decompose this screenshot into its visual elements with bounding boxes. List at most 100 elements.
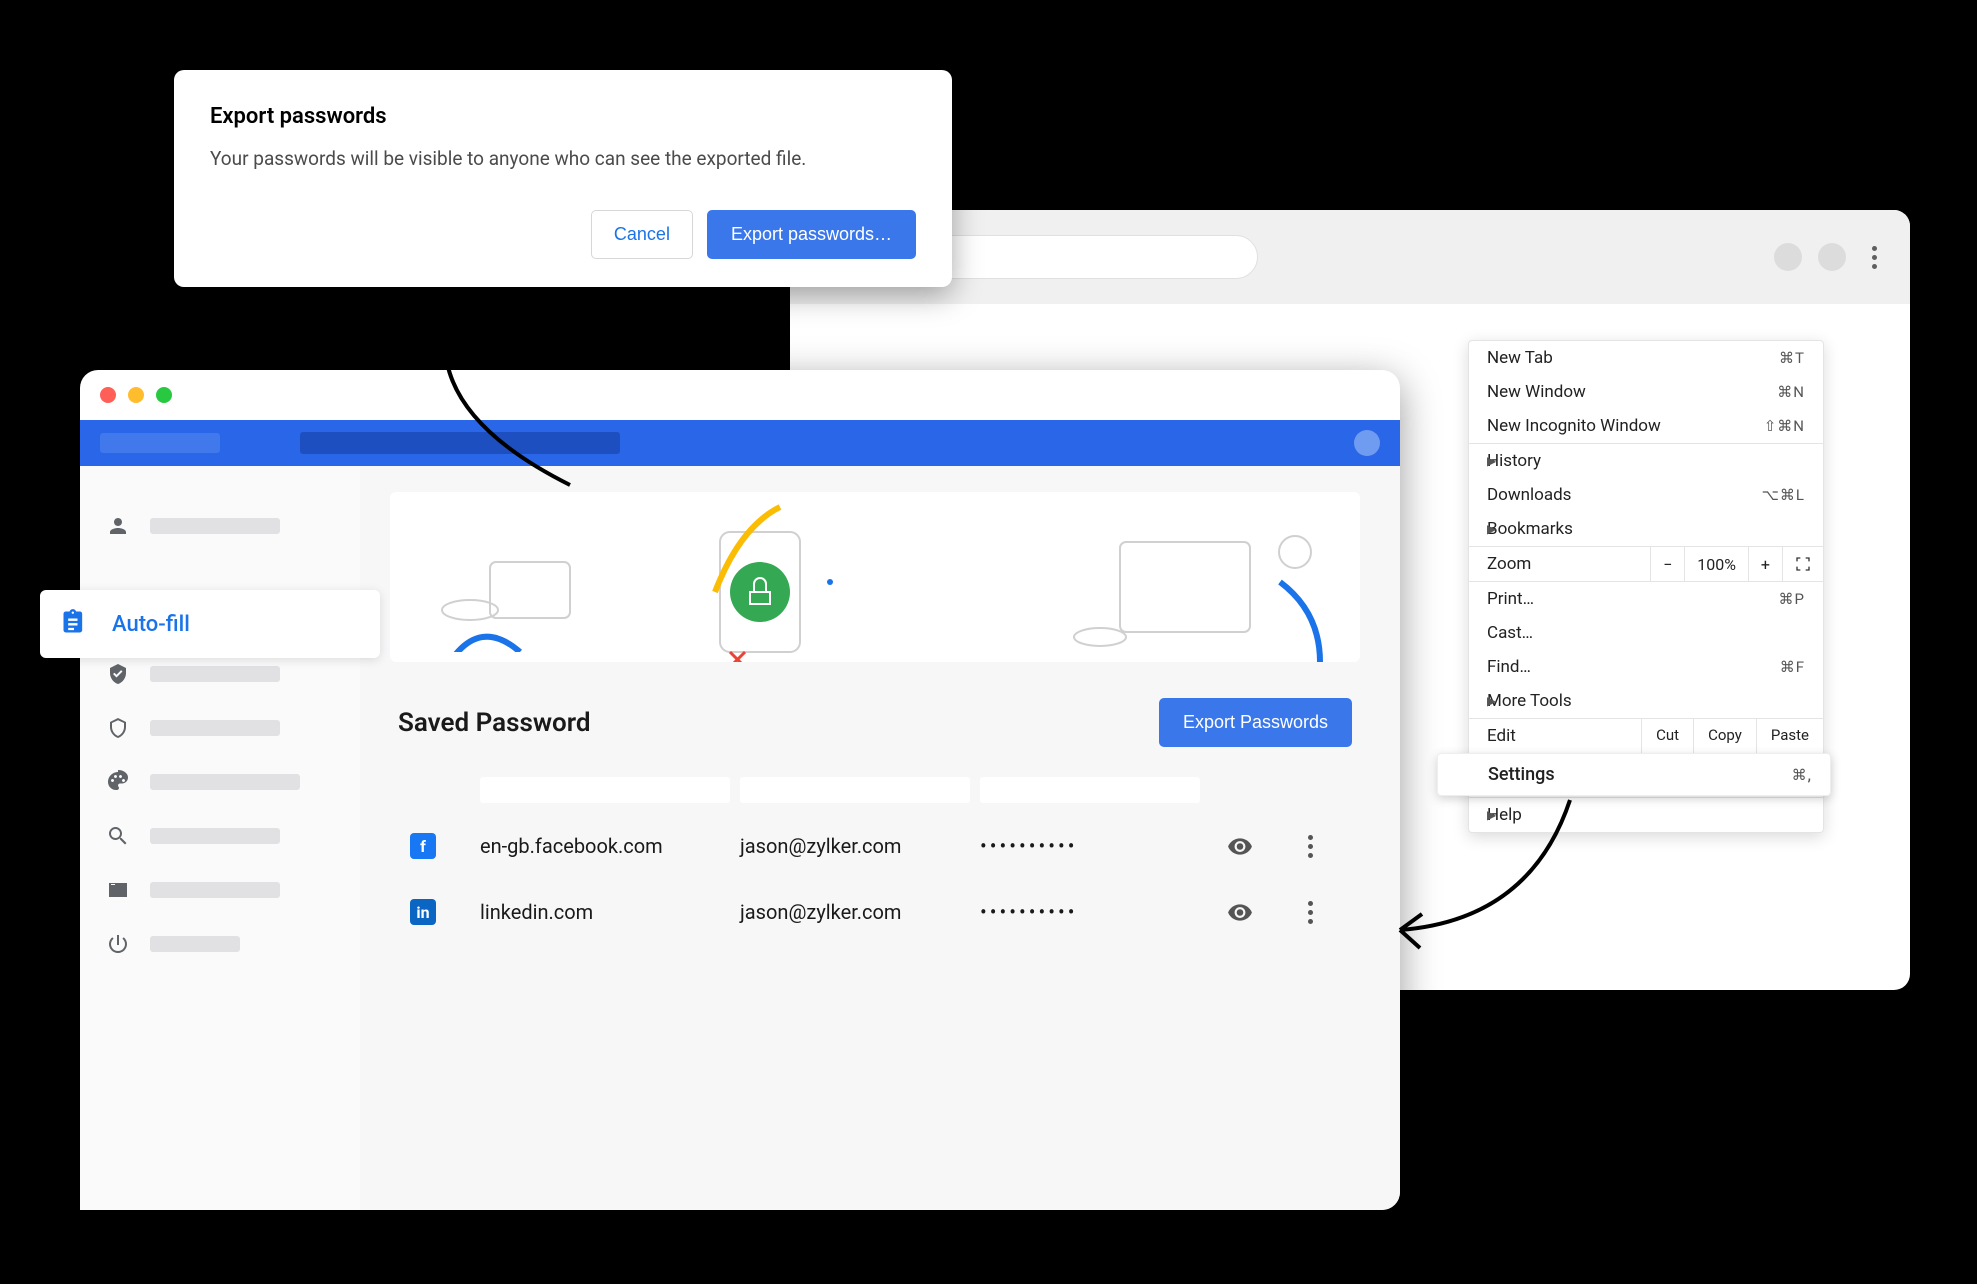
- menu-new-window[interactable]: New Window ⌘N: [1469, 375, 1823, 409]
- sidebar-item-privacy[interactable]: [80, 704, 360, 752]
- menu-label: Print…: [1487, 589, 1534, 609]
- extension-icon[interactable]: [1818, 243, 1846, 271]
- menu-label: Find…: [1487, 657, 1531, 677]
- site-cell[interactable]: en-gb.facebook.com: [480, 834, 730, 858]
- arrow-annotation-icon: [1380, 790, 1580, 960]
- export-passwords-dialog: Export passwords Your passwords will be …: [174, 70, 952, 287]
- row-more-button[interactable]: [1280, 901, 1340, 924]
- password-row: in linkedin.com jason@zylker.com •••••••…: [390, 879, 1360, 945]
- menu-new-tab[interactable]: New Tab ⌘T: [1469, 341, 1823, 375]
- menu-downloads[interactable]: Downloads ⌥⌘L: [1469, 478, 1823, 512]
- password-row: f en-gb.facebook.com jason@zylker.com ••…: [390, 813, 1360, 879]
- menu-print[interactable]: Print… ⌘P: [1469, 581, 1823, 616]
- clipboard-icon: [60, 608, 88, 640]
- menu-more-tools[interactable]: More Tools ▶: [1469, 684, 1823, 718]
- menu-cast[interactable]: Cast…: [1469, 616, 1823, 650]
- shield-check-icon: [104, 660, 132, 688]
- menu-shortcut: ⌘,: [1792, 766, 1812, 784]
- linkedin-favicon-icon: in: [410, 899, 436, 925]
- menu-zoom: Zoom − 100% +: [1469, 546, 1823, 581]
- settings-window: Saved Password Export Passwords f en-gb.…: [80, 370, 1400, 1210]
- menu-label: New Incognito Window: [1487, 416, 1661, 436]
- browser-icon: [104, 876, 132, 904]
- menu-label: New Tab: [1487, 348, 1553, 368]
- menu-label: Cast…: [1487, 623, 1533, 643]
- arrow-annotation-icon: [410, 300, 610, 500]
- sidebar-item-search[interactable]: [80, 812, 360, 860]
- submenu-arrow-icon: ▶: [1487, 694, 1496, 708]
- zoom-value: 100%: [1684, 547, 1748, 581]
- menu-label: New Window: [1487, 382, 1586, 402]
- search-icon: [104, 822, 132, 850]
- sidebar-item-default[interactable]: [80, 866, 360, 914]
- person-icon: [104, 512, 132, 540]
- window-titlebar: [80, 370, 1400, 420]
- site-cell[interactable]: linkedin.com: [480, 900, 730, 924]
- password-table: f en-gb.facebook.com jason@zylker.com ••…: [390, 767, 1360, 945]
- zoom-out-button[interactable]: −: [1650, 547, 1684, 581]
- menu-history[interactable]: History ▶: [1469, 443, 1823, 478]
- sidebar-label-placeholder: [150, 936, 240, 952]
- row-more-button[interactable]: [1280, 835, 1340, 858]
- edit-cut-button[interactable]: Cut: [1641, 719, 1693, 753]
- sidebar-label-placeholder: [150, 720, 280, 736]
- menu-bookmarks[interactable]: Bookmarks ▶: [1469, 512, 1823, 546]
- menu-find[interactable]: Find… ⌘F: [1469, 650, 1823, 684]
- sidebar-label-placeholder: [150, 666, 280, 682]
- browser-dropdown-menu: New Tab ⌘T New Window ⌘N New Incognito W…: [1468, 340, 1824, 833]
- header-avatar[interactable]: [1354, 430, 1380, 456]
- sidebar-item-label: Auto-fill: [112, 612, 190, 637]
- header-placeholder: [100, 433, 220, 453]
- sidebar-label-placeholder: [150, 518, 280, 534]
- show-password-button[interactable]: [1210, 899, 1270, 925]
- table-header-row: [390, 767, 1360, 813]
- sidebar-item-startup[interactable]: [80, 920, 360, 968]
- palette-icon: [104, 768, 132, 796]
- menu-shortcut: ⌘T: [1779, 349, 1805, 367]
- submenu-arrow-icon: ▶: [1487, 522, 1496, 536]
- settings-sidebar: [80, 466, 360, 1210]
- export-confirm-button[interactable]: Export passwords…: [707, 210, 916, 259]
- sidebar-item-autofill-active[interactable]: Auto-fill: [40, 590, 380, 658]
- hero-banner: [390, 492, 1360, 662]
- fullscreen-button[interactable]: [1782, 547, 1823, 581]
- browser-menu-button[interactable]: [1862, 246, 1886, 269]
- menu-shortcut: ⌥⌘L: [1762, 486, 1805, 504]
- settings-main-area: Saved Password Export Passwords f en-gb.…: [360, 466, 1400, 1210]
- password-cell: ••••••••••: [980, 834, 1200, 858]
- shield-icon: [104, 714, 132, 742]
- menu-label: More Tools: [1487, 691, 1572, 711]
- menu-shortcut: ⌘N: [1777, 383, 1805, 401]
- sidebar-label-placeholder: [150, 828, 280, 844]
- sidebar-item-people[interactable]: [80, 502, 360, 550]
- sidebar-item-appearance[interactable]: [80, 758, 360, 806]
- menu-edit: Edit Cut Copy Paste: [1469, 718, 1823, 753]
- browser-toolbar: [790, 210, 1910, 304]
- menu-label: Settings: [1488, 764, 1555, 785]
- menu-label: Bookmarks: [1487, 519, 1573, 539]
- saved-passwords-title: Saved Password: [398, 708, 591, 738]
- zoom-in-button[interactable]: +: [1748, 547, 1782, 581]
- menu-incognito[interactable]: New Incognito Window ⇧⌘N: [1469, 409, 1823, 443]
- show-password-button[interactable]: [1210, 833, 1270, 859]
- edit-paste-button[interactable]: Paste: [1756, 719, 1823, 753]
- settings-header-bar: [80, 420, 1400, 466]
- dialog-body: Your passwords will be visible to anyone…: [210, 147, 916, 170]
- edit-copy-button[interactable]: Copy: [1693, 719, 1756, 753]
- window-maximize-button[interactable]: [156, 387, 172, 403]
- menu-shortcut: ⌘P: [1779, 590, 1805, 608]
- column-header-placeholder: [480, 777, 730, 803]
- username-cell: jason@zylker.com: [740, 834, 970, 858]
- menu-shortcut: ⌘F: [1780, 658, 1805, 676]
- cancel-button[interactable]: Cancel: [591, 210, 693, 259]
- sidebar-label-placeholder: [150, 882, 280, 898]
- menu-label: Downloads: [1487, 485, 1571, 505]
- menu-label: Zoom: [1487, 547, 1531, 581]
- profile-avatar[interactable]: [1774, 243, 1802, 271]
- export-passwords-button[interactable]: Export Passwords: [1159, 698, 1352, 747]
- column-header-placeholder: [980, 777, 1200, 803]
- password-cell: ••••••••••: [980, 900, 1200, 924]
- column-header-placeholder: [740, 777, 970, 803]
- window-close-button[interactable]: [100, 387, 116, 403]
- window-minimize-button[interactable]: [128, 387, 144, 403]
